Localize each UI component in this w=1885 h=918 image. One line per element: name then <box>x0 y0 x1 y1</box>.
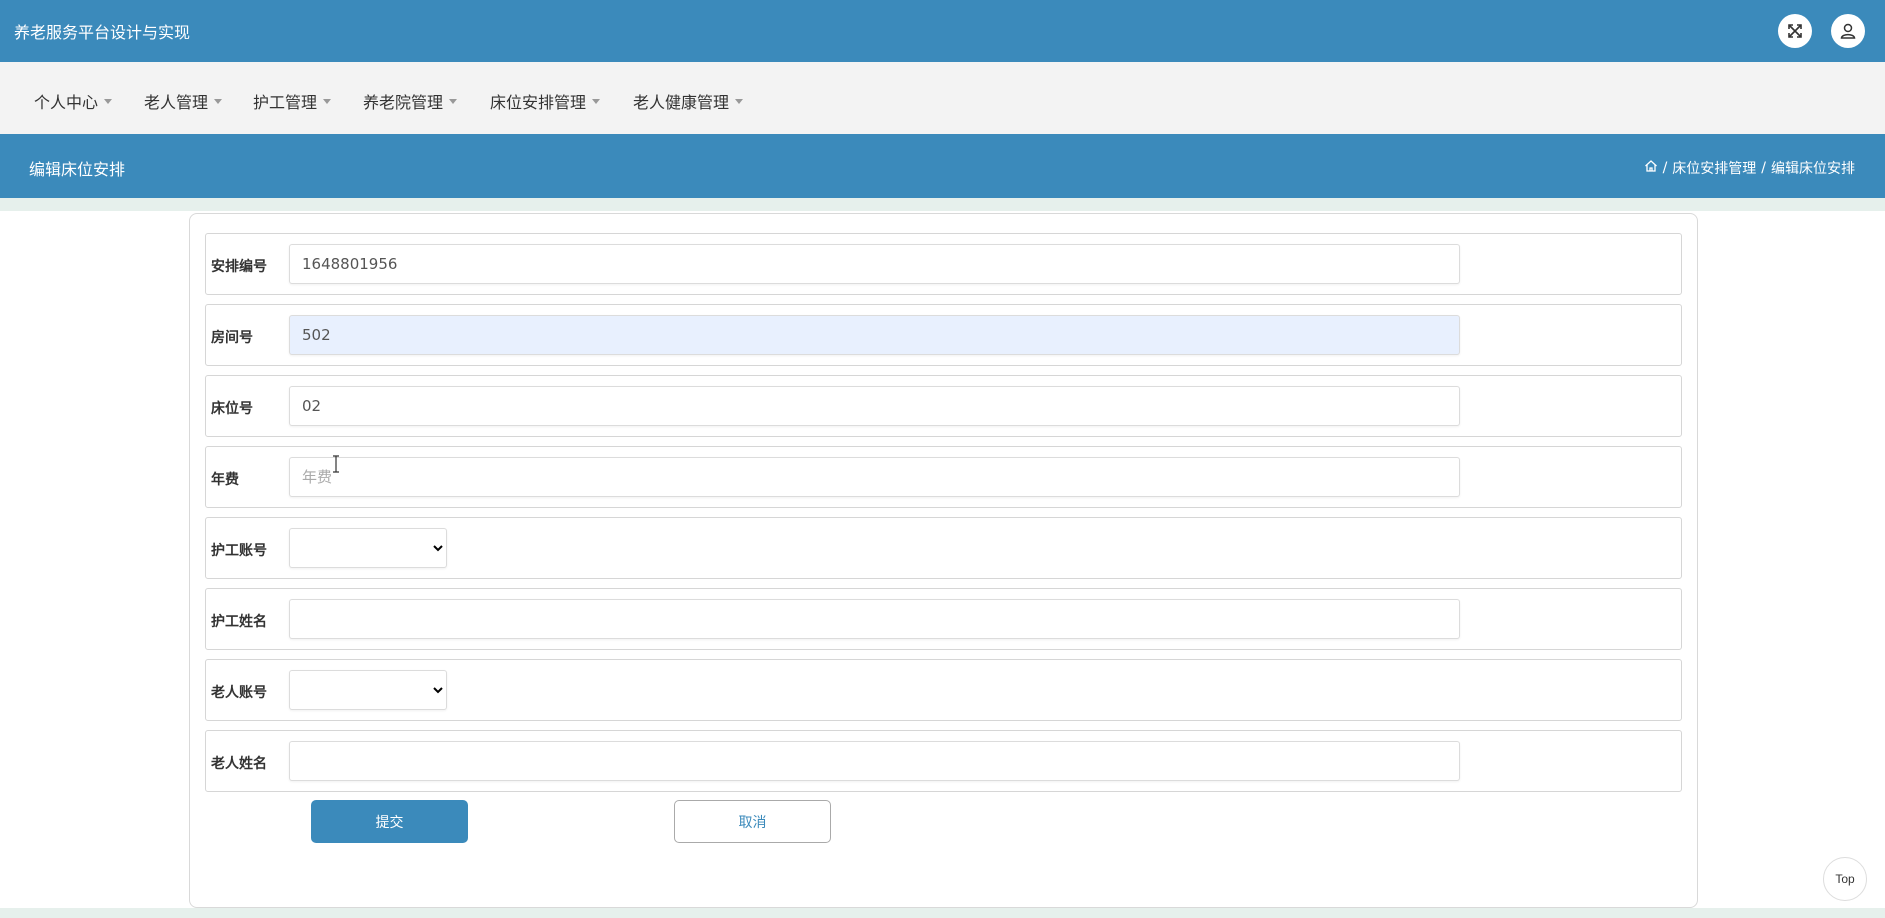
nav-item-nursing-home-management[interactable]: 养老院管理 <box>363 89 458 113</box>
nav-item-label: 护工管理 <box>253 93 318 112</box>
caret-down-icon <box>323 99 332 104</box>
nav-item-label: 老人健康管理 <box>633 93 730 112</box>
fullscreen-icon[interactable] <box>1778 14 1812 48</box>
top-header: 养老服务平台设计与实现 <box>0 0 1885 62</box>
page-title: 编辑床位安排 <box>29 160 126 179</box>
bed-no-input[interactable] <box>289 386 1460 426</box>
elder-account-label: 老人账号 <box>211 685 267 701</box>
breadcrumb-separator: / <box>1662 160 1668 176</box>
arrangement-no-input[interactable] <box>289 244 1460 284</box>
caret-down-icon <box>735 99 744 104</box>
nav-item-label: 床位安排管理 <box>490 93 587 112</box>
caregiver-name-input[interactable] <box>289 599 1460 639</box>
app-title: 养老服务平台设计与实现 <box>14 23 191 42</box>
form-row-room-no: 房间号 <box>205 304 1682 366</box>
form-row-bed-no: 床位号 <box>205 375 1682 437</box>
bed-no-label: 床位号 <box>211 401 253 417</box>
nav-item-elder-health-management[interactable]: 老人健康管理 <box>633 89 744 113</box>
user-icon[interactable] <box>1831 14 1865 48</box>
elder-name-label: 老人姓名 <box>211 756 267 772</box>
form-row-caregiver-name: 护工姓名 <box>205 588 1682 650</box>
nav-item-label: 个人中心 <box>34 93 99 112</box>
main-nav: 个人中心 老人管理 护工管理 养老院管理 床位安排管理 老人健康管理 <box>0 62 1885 134</box>
elder-name-input[interactable] <box>289 741 1460 781</box>
caregiver-name-label: 护工姓名 <box>211 614 267 630</box>
breadcrumb: / 床位安排管理 / 编辑床位安排 <box>1644 158 1855 178</box>
nav-item-bed-arrangement-management[interactable]: 床位安排管理 <box>490 89 601 113</box>
room-no-input[interactable] <box>289 315 1460 355</box>
caret-down-icon <box>449 99 458 104</box>
annual-fee-label: 年费 <box>211 472 239 488</box>
annual-fee-input[interactable] <box>289 457 1460 497</box>
text-cursor-icon <box>333 455 339 473</box>
breadcrumb-edit-bed-arrangement: 编辑床位安排 <box>1771 161 1855 177</box>
page-title-bar: 编辑床位安排 / 床位安排管理 / 编辑床位安排 <box>0 134 1885 198</box>
breadcrumb-separator: / <box>1761 160 1766 176</box>
nav-item-personal-center[interactable]: 个人中心 <box>34 89 113 113</box>
cancel-button[interactable]: 取消 <box>674 800 831 843</box>
nav-item-caregiver-management[interactable]: 护工管理 <box>253 89 332 113</box>
arrangement-no-label: 安排编号 <box>211 259 267 275</box>
submit-button[interactable]: 提交 <box>311 800 468 843</box>
room-no-label: 房间号 <box>211 330 253 346</box>
form-row-caregiver-account: 护工账号 <box>205 517 1682 579</box>
caregiver-account-select[interactable] <box>289 528 447 568</box>
caret-down-icon <box>104 99 113 104</box>
caret-down-icon <box>214 99 223 104</box>
caret-down-icon <box>592 99 601 104</box>
caregiver-account-label: 护工账号 <box>211 543 267 559</box>
form-row-arrangement-no: 安排编号 <box>205 233 1682 295</box>
breadcrumb-bed-arrangement-management[interactable]: 床位安排管理 <box>1672 158 1756 178</box>
home-icon[interactable] <box>1644 159 1658 177</box>
nav-item-label: 老人管理 <box>144 93 209 112</box>
form-row-annual-fee: 年费 <box>205 446 1682 508</box>
back-to-top-button[interactable]: Top <box>1823 857 1867 901</box>
form-row-elder-account: 老人账号 <box>205 659 1682 721</box>
nav-item-label: 养老院管理 <box>363 93 444 112</box>
elder-account-select[interactable] <box>289 670 447 710</box>
nav-item-elder-management[interactable]: 老人管理 <box>144 89 223 113</box>
form-row-elder-name: 老人姓名 <box>205 730 1682 792</box>
